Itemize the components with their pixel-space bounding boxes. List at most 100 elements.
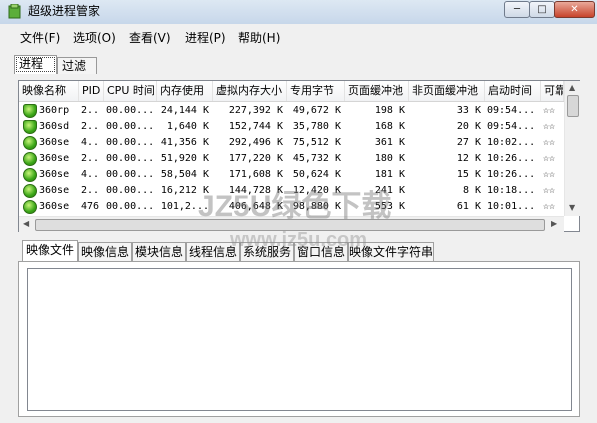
tab-image-file[interactable]: 映像文件 [22, 240, 78, 262]
cell-nonpaged: 8 K [462, 185, 481, 196]
window-title: 超级进程管家 [28, 4, 101, 18]
cell-image-name: 360se [39, 153, 70, 164]
table-row[interactable]: 360se 476 00.00... 101,2... 406,648 K 98,880 … [19, 199, 564, 215]
menu-file[interactable]: 文件(F) [20, 30, 60, 46]
cell-cpu: 00.00... [106, 121, 155, 132]
cell-paged: 553 K [374, 201, 405, 212]
col-header-memory[interactable]: 内存使用 [157, 81, 213, 101]
scroll-up-icon[interactable]: ▲ [569, 83, 575, 93]
close-button[interactable]: ✕ [554, 1, 595, 18]
tab-window-info[interactable]: 窗口信息 [294, 242, 348, 262]
col-header-rating[interactable]: 可靠 [541, 81, 564, 101]
tab-module-info[interactable]: 模块信息 [132, 242, 186, 262]
horizontal-scroll-thumb[interactable] [35, 219, 545, 231]
process-list: 映像名称 PID CPU 时间 内存使用 虚拟内存大小 专用字节 页面缓冲池 非… [18, 80, 580, 232]
minimize-icon: ─ [513, 4, 521, 15]
col-header-virtual-memory[interactable]: 虚拟内存大小 [213, 81, 287, 101]
cell-rating: ☆☆ [543, 105, 556, 116]
vertical-scrollbar[interactable]: ▲ ▼ [564, 81, 580, 216]
cell-mem: 41,356 K [160, 137, 209, 148]
cell-start: 10:01... [487, 201, 536, 212]
col-header-paged-pool[interactable]: 页面缓冲池 [345, 81, 409, 101]
table-row[interactable]: 360se 2.. 00.00... 16,212 K 144,728 K 12,420 … [19, 183, 564, 199]
cell-image-name: 360sd [39, 121, 70, 132]
menu-bar: 文件(F) 选项(O) 查看(V) 进程(P) 帮助(H) [0, 27, 597, 49]
cell-rating: ☆☆ [543, 153, 556, 164]
cell-nonpaged: 12 K [456, 153, 481, 164]
detail-panel [18, 261, 580, 417]
table-row[interactable]: 360se 4.. 00.00... 41,356 K 292,496 K 75,512 … [19, 135, 564, 151]
col-header-nonpaged-pool[interactable]: 非页面缓冲池 [409, 81, 485, 101]
cell-nonpaged: 27 K [456, 137, 481, 148]
cell-priv: 98,880 K [292, 201, 341, 212]
cell-vmem: 292,496 K [228, 137, 283, 148]
menu-view[interactable]: 查看(V) [129, 30, 171, 46]
cell-image-name: 360se [39, 137, 70, 148]
globe-icon [23, 200, 37, 214]
menu-options[interactable]: 选项(O) [73, 30, 116, 46]
cell-pid: 2.. [81, 105, 100, 116]
table-row[interactable]: 360sd 2.. 00.00... 1,640 K 152,744 K 35,780 K… [19, 119, 564, 135]
tab-image-info[interactable]: 映像信息 [78, 242, 132, 262]
col-header-private-bytes[interactable]: 专用字节 [287, 81, 345, 101]
cell-start: 10:02... [487, 137, 536, 148]
cell-cpu: 00.00... [106, 201, 155, 212]
maximize-icon: □ [537, 4, 547, 15]
cell-paged: 241 K [374, 185, 405, 196]
tab-system-services[interactable]: 系统服务 [240, 242, 294, 262]
cell-image-name: 360se [39, 185, 70, 196]
minimize-button[interactable]: ─ [504, 1, 530, 18]
col-header-cpu-time[interactable]: CPU 时间 [104, 81, 157, 101]
cell-pid: 2.. [81, 185, 100, 196]
cell-nonpaged: 20 K [456, 121, 481, 132]
cell-nonpaged: 15 K [456, 169, 481, 180]
cell-mem: 24,144 K [160, 105, 209, 116]
scroll-down-icon[interactable]: ▼ [569, 203, 575, 213]
horizontal-scrollbar[interactable]: ◀ ▶ [19, 216, 564, 232]
globe-icon [23, 168, 37, 182]
globe-icon [23, 184, 37, 198]
cell-start: 10:18... [487, 185, 536, 196]
cell-mem: 101,2... [160, 201, 209, 212]
cell-pid: 2.. [81, 153, 100, 164]
scroll-right-icon[interactable]: ▶ [551, 219, 557, 229]
cell-paged: 168 K [374, 121, 405, 132]
menu-help[interactable]: 帮助(H) [238, 30, 280, 46]
maximize-button[interactable]: □ [529, 1, 555, 18]
cell-start: 09:54... [487, 121, 536, 132]
detail-tabs: 映像文件 映像信息 模块信息 线程信息 系统服务 窗口信息 映像文件字符串 [0, 240, 597, 262]
detail-content-box[interactable] [27, 268, 572, 411]
cell-pid: 2.. [81, 121, 100, 132]
title-bar[interactable]: 超级进程管家 ─ □ ✕ [0, 0, 597, 24]
close-icon: ✕ [570, 4, 579, 15]
app-icon [8, 4, 21, 19]
tab-process[interactable]: 进程 [14, 55, 57, 74]
cell-rating: ☆☆ [543, 137, 556, 148]
table-row[interactable]: 360se 4.. 00.00... 58,504 K 171,608 K 50,624 … [19, 167, 564, 183]
tab-filter[interactable]: 过滤 [57, 57, 97, 74]
cell-cpu: 00.00... [106, 153, 155, 164]
cell-vmem: 227,392 K [228, 105, 283, 116]
cell-paged: 361 K [374, 137, 405, 148]
cell-mem: 1,640 K [166, 121, 209, 132]
cell-image-name: 360se [39, 169, 70, 180]
tab-thread-info[interactable]: 线程信息 [186, 242, 240, 262]
scroll-left-icon[interactable]: ◀ [23, 219, 29, 229]
col-header-pid[interactable]: PID [79, 81, 104, 101]
table-row[interactable]: 360se 2.. 00.00... 51,920 K 177,220 K 45,732 … [19, 151, 564, 167]
tab-image-strings[interactable]: 映像文件字符串 [348, 242, 434, 262]
cell-mem: 58,504 K [160, 169, 209, 180]
cell-vmem: 144,728 K [228, 185, 283, 196]
cell-cpu: 00.00... [106, 137, 155, 148]
cell-nonpaged: 33 K [456, 105, 481, 116]
col-header-start-time[interactable]: 启动时间 [485, 81, 541, 101]
cell-start: 10:26... [487, 169, 536, 180]
col-header-image-name[interactable]: 映像名称 [19, 81, 79, 101]
vertical-scroll-thumb[interactable] [567, 95, 579, 117]
cell-pid: 476 [81, 201, 100, 212]
cell-rating: ☆☆ [543, 185, 556, 196]
globe-icon [23, 136, 37, 150]
cell-vmem: 406,648 K [228, 201, 283, 212]
menu-process[interactable]: 进程(P) [185, 30, 226, 46]
table-row[interactable]: 360rp 2.. 00.00... 24,144 K 227,392 K 49,672 … [19, 103, 564, 119]
